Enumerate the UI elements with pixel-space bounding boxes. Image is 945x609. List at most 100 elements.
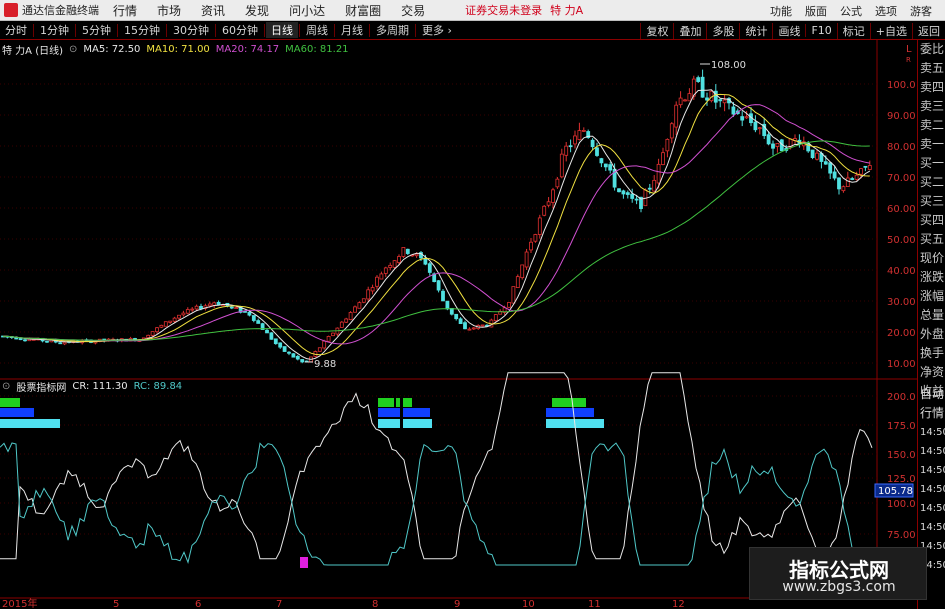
candle-body — [256, 320, 261, 324]
candle-body — [185, 309, 190, 314]
indicator-axis-labels: 200.0 175.0 150.0 125.0 100.0 75.00 — [887, 392, 916, 541]
rc-line — [0, 442, 873, 566]
candle-body — [590, 139, 595, 148]
side-panel-lower-item: 14:50 — [920, 446, 945, 457]
candle-body — [216, 301, 221, 306]
indicator-settings-icon[interactable]: ⊙ — [2, 381, 10, 392]
candle-body — [454, 313, 459, 320]
side-panel-lower-item[interactable]: 自动 — [918, 385, 945, 404]
x-label-2015: 2015年 — [2, 597, 37, 609]
y-tick-80: 80.00 — [887, 142, 916, 153]
candle-body — [471, 327, 476, 330]
candle-body — [344, 318, 349, 323]
candle-body — [243, 310, 247, 313]
ma5-label: MA5: 72.50 — [83, 43, 141, 55]
cr-label: CR: 111.30 — [72, 381, 128, 392]
candle-body — [845, 177, 850, 187]
cr-line — [0, 372, 873, 560]
candle-body — [577, 130, 582, 140]
candle-body — [291, 353, 296, 358]
y-tick-10: 10.00 — [887, 359, 916, 370]
indicator-header: ⊙ 股票指标网 CR: 111.30 RC: 89.84 — [2, 379, 188, 394]
collapse-icon[interactable]: ⊙ — [69, 44, 77, 55]
candle-body — [212, 302, 217, 306]
x-label-12: 12 — [672, 599, 685, 609]
candle-body — [207, 303, 212, 307]
price-axis-labels: 100.0 90.00 80.00 70.00 60.00 50.00 40.0… — [887, 80, 916, 370]
candle-body — [155, 327, 159, 333]
candle-body — [190, 308, 195, 311]
candle-body — [625, 192, 630, 195]
signal-block — [0, 408, 34, 417]
current-value: 105.78 — [878, 486, 913, 497]
candle-body — [696, 77, 701, 82]
candle-body — [357, 302, 362, 309]
candle-body — [379, 273, 384, 280]
signal-block — [0, 419, 60, 428]
candle-body — [656, 163, 661, 184]
candle-body — [850, 178, 855, 180]
candlestick-series[interactable] — [1, 69, 872, 364]
candle-body — [172, 317, 177, 322]
side-panel-item: 买一 — [920, 156, 945, 170]
candle-body — [863, 165, 868, 168]
candle-body — [559, 153, 564, 178]
side-panel-item: 总量 — [920, 308, 945, 322]
candle-body — [282, 346, 287, 352]
candle-body — [348, 312, 353, 321]
candle-body — [599, 158, 604, 164]
time-axis-labels: 2015年 5 6 7 8 9 10 11 12 — [2, 597, 685, 609]
candle-body — [163, 321, 168, 327]
main-chart-header: 特 力A (日线) ⊙ MA5: 72.50 MA10: 71.00 MA20:… — [2, 42, 355, 57]
candle-body — [383, 267, 388, 274]
candle-body — [766, 134, 771, 145]
candle-body — [58, 342, 63, 345]
candle-body — [828, 162, 833, 174]
candle-body — [771, 143, 775, 149]
y-tick-30: 30.00 — [887, 297, 916, 308]
candle-body — [810, 149, 815, 158]
candle-body — [441, 290, 445, 302]
candle-body — [533, 234, 538, 242]
kline-chart[interactable]: 108.00 9.88 100.0 90.00 80.00 70.00 60.0… — [0, 0, 945, 609]
low-signal-marker — [300, 557, 308, 568]
candle-body — [251, 315, 256, 321]
candle-body — [841, 186, 846, 192]
candle-body — [150, 331, 155, 336]
side-panel-lower-item: 行情 — [920, 406, 945, 420]
candle-body — [273, 338, 278, 345]
candle-body — [436, 280, 441, 291]
x-label-11: 11 — [588, 599, 601, 609]
candle-body — [181, 312, 186, 316]
indicator-lines — [0, 372, 873, 566]
candle-body — [775, 143, 780, 147]
side-panel-item: 净资 — [920, 365, 945, 379]
candle-body — [159, 324, 164, 328]
ma10-label: MA10: 71.00 — [146, 43, 210, 55]
candle-body — [744, 116, 749, 119]
candle-body — [687, 93, 692, 102]
y-tick-40: 40.00 — [887, 266, 916, 277]
indicator-name[interactable]: 股票指标网 — [16, 379, 66, 394]
candle-body — [700, 76, 705, 98]
current-value-marker: 105.78 — [874, 483, 914, 498]
candle-body — [405, 248, 410, 254]
candle-body — [331, 332, 335, 337]
candle-body — [326, 336, 331, 342]
candle-body — [621, 190, 626, 195]
ma20-line — [2, 104, 870, 345]
side-panel-item: 现价 — [920, 251, 945, 265]
indicator-signal-bars — [0, 396, 604, 429]
candle-body — [287, 351, 291, 354]
candle-body — [573, 135, 577, 145]
candle-body — [269, 332, 274, 340]
side-panel-item: 卖一 — [920, 137, 945, 151]
candle-body — [823, 161, 828, 165]
candle-body — [630, 193, 635, 199]
ind-tick-200: 200.0 — [887, 392, 916, 403]
signal-block — [0, 398, 20, 407]
signal-block — [378, 408, 430, 417]
candle-body — [146, 334, 151, 339]
candle-body — [520, 264, 525, 279]
side-panel-item: 买四 — [920, 213, 945, 227]
